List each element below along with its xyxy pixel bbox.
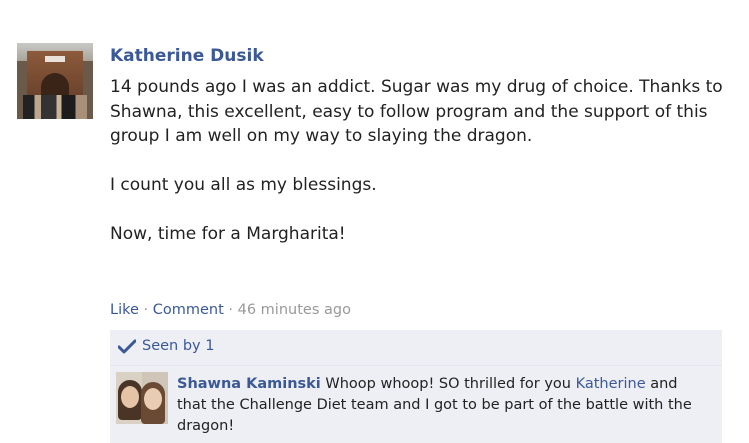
feed-post: Katherine Dusik 14 pounds ago I was an a…	[0, 0, 749, 443]
action-separator: ·	[223, 302, 238, 318]
avatar-people	[23, 95, 87, 119]
comment-body: Shawna Kaminski Whoop whoop! SO thrilled…	[177, 374, 697, 437]
post-paragraph: I count you all as my blessings.	[110, 175, 377, 195]
post-paragraph: 14 pounds ago I was an addict. Sugar was…	[110, 77, 723, 146]
avatar-person-face	[144, 388, 162, 410]
avatar-person-face	[121, 386, 139, 408]
seen-by-label[interactable]: Seen by 1	[142, 338, 214, 354]
comment-text: Whoop whoop! SO thrilled for you	[320, 376, 576, 392]
author-avatar[interactable]	[17, 43, 93, 119]
checkmark-icon	[117, 339, 137, 355]
mention-link[interactable]: Katherine	[576, 376, 646, 392]
commenter-name[interactable]: Shawna Kaminski	[177, 376, 321, 392]
comment-item: Shawna Kaminski Whoop whoop! SO thrilled…	[110, 366, 722, 443]
post-paragraph: Now, time for a Margharita!	[110, 224, 346, 244]
post-actions: Like · Comment · 46 minutes ago	[110, 302, 351, 318]
post-timestamp[interactable]: 46 minutes ago	[238, 302, 351, 318]
seen-by-bar: Seen by 1	[110, 330, 722, 366]
comment-link[interactable]: Comment	[153, 302, 224, 318]
action-separator: ·	[138, 302, 153, 318]
post-message: 14 pounds ago I was an addict. Sugar was…	[110, 75, 730, 247]
avatar-sign	[45, 56, 65, 62]
commenter-avatar[interactable]	[116, 372, 168, 424]
like-link[interactable]: Like	[110, 302, 139, 318]
post-author-name[interactable]: Katherine Dusik	[110, 46, 264, 66]
